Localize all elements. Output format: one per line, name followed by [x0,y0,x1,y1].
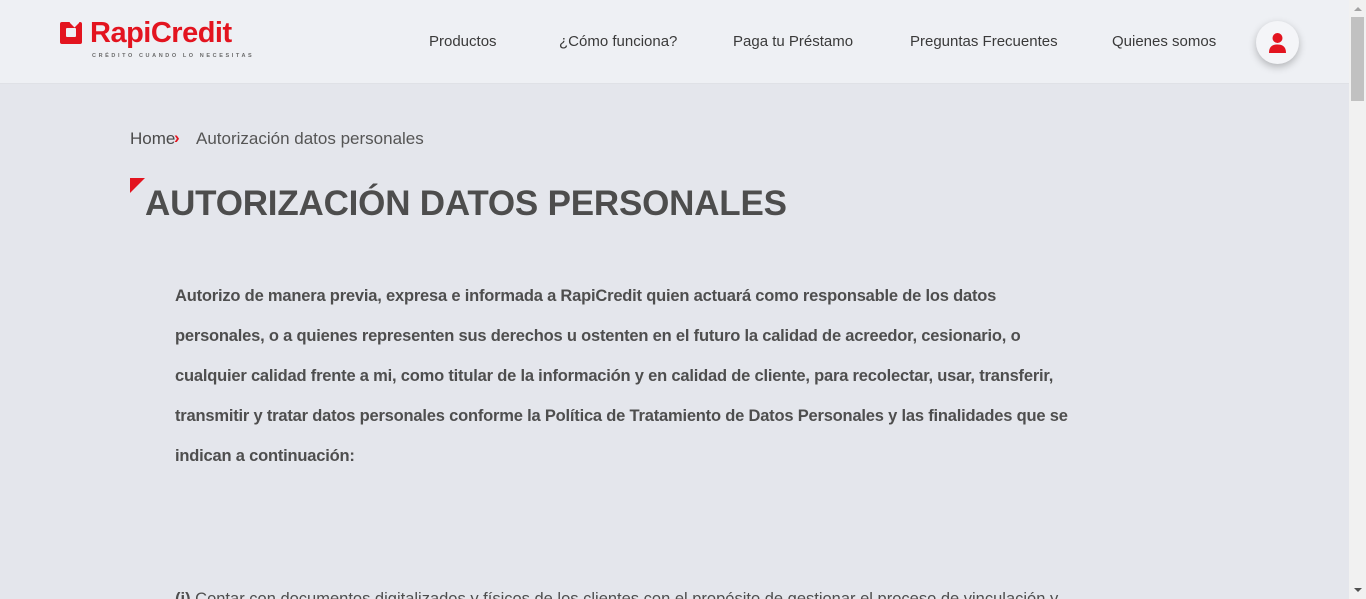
item-1-marker: (i) [175,590,191,599]
scroll-up-arrow-icon[interactable] [1349,0,1366,17]
logo-mark-icon [60,22,82,44]
scroll-down-arrow-icon[interactable] [1349,582,1366,599]
site-header: RapiCredit CRÉDITO CUANDO LO NECESITAS P… [0,0,1349,84]
page-title: AUTORIZACIÓN DATOS PERSONALES [145,184,787,223]
nav-productos[interactable]: Productos [429,33,497,50]
nav-paga-tu-prestamo[interactable]: Paga tu Préstamo [733,33,853,50]
rapicredit-logo[interactable]: RapiCredit CRÉDITO CUANDO LO NECESITAS [60,17,260,64]
nav-quienes-somos[interactable]: Quienes somos [1112,33,1216,50]
nav-como-funciona[interactable]: ¿Cómo funciona? [559,33,677,50]
item-1-text: Contar con documentos digitalizados y fí… [190,590,1059,599]
nav-preguntas-frecuentes[interactable]: Preguntas Frecuentes [910,33,1058,50]
breadcrumb-current: Autorización datos personales [196,129,424,148]
vertical-scrollbar[interactable] [1349,0,1366,599]
title-accent-corner [130,178,145,193]
logo-tagline: CRÉDITO CUANDO LO NECESITAS [92,53,255,59]
scrollbar-thumb[interactable] [1351,17,1364,101]
user-icon [1269,33,1286,53]
breadcrumb-home-link[interactable]: Home [130,129,175,149]
page: RapiCredit CRÉDITO CUANDO LO NECESITAS P… [0,0,1366,599]
authorization-item-1: (i) Contar con documentos digitalizados … [175,579,1075,599]
logo-text: RapiCredit [90,17,232,49]
user-account-button[interactable] [1256,21,1299,64]
authorization-intro: Autorizo de manera previa, expresa e inf… [175,287,1068,465]
chevron-right-icon: › [174,128,180,147]
